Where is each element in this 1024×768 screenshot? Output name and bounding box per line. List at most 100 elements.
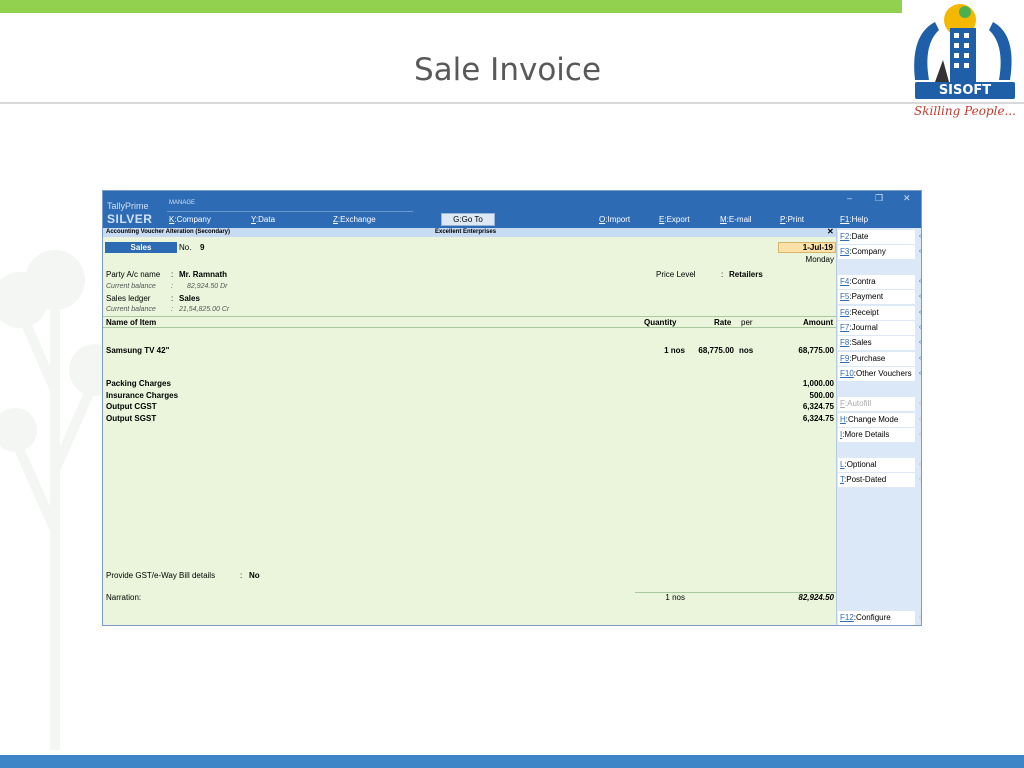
charge-amount[interactable]: 6,324.75	[773, 402, 834, 411]
logo-tagline: Skilling People...	[914, 104, 1016, 118]
chevron-left-icon[interactable]: ‹	[917, 611, 921, 625]
voucher-no-label: No.	[179, 243, 192, 252]
top-accent-bar	[0, 0, 902, 13]
voucher-body: Sales No. 9 1-Jul-19 Monday Party A/c na…	[103, 237, 836, 625]
item-amount[interactable]: 68,775.00	[773, 346, 834, 355]
price-level-label: Price Level	[656, 270, 696, 279]
item-per[interactable]: nos	[739, 346, 753, 355]
narration-label: Narration:	[106, 593, 142, 602]
btn-more-details[interactable]: I:More Details	[838, 428, 915, 442]
restore-icon[interactable]: ❐	[875, 193, 883, 204]
chevron-left-icon[interactable]: ‹	[917, 397, 921, 411]
chevron-left-icon[interactable]: ‹	[917, 230, 921, 244]
menu-exchange[interactable]: Z:Exchange	[333, 215, 376, 224]
charge-name[interactable]: Insurance Charges	[106, 391, 178, 400]
minimize-icon[interactable]: –	[847, 193, 852, 203]
gst-sep: :	[240, 571, 243, 580]
btn-post-dated[interactable]: T:Post-Dated	[838, 473, 915, 487]
voucher-no-value[interactable]: 9	[200, 243, 204, 252]
ledger-sep: :	[171, 294, 174, 303]
brand-name: TallyPrime	[107, 201, 149, 211]
chevron-left-icon[interactable]: ‹	[917, 428, 921, 442]
total-amount: 82,924.50	[798, 593, 834, 602]
chevron-left-icon[interactable]: ‹	[917, 367, 921, 381]
charge-name[interactable]: Output CGST	[106, 402, 157, 411]
price-level-sep: :	[721, 270, 724, 279]
price-level-value[interactable]: Retailers	[729, 270, 763, 279]
col-per: per	[741, 318, 753, 327]
logo-wordmark: SISOFT	[915, 82, 1015, 99]
chevron-left-icon[interactable]: ‹	[917, 321, 921, 335]
title-divider	[0, 102, 1024, 104]
chevron-left-icon[interactable]: ‹	[917, 245, 921, 259]
goto-button[interactable]: G:Go To	[441, 213, 495, 226]
manage-divider	[167, 211, 413, 212]
bottom-accent-bar	[0, 755, 1024, 768]
btn-date[interactable]: F2:Date	[838, 230, 915, 244]
item-quantity[interactable]: 1 nos	[637, 346, 685, 355]
col-rate: Rate	[714, 318, 732, 327]
item-rate[interactable]: 68,775.00	[687, 346, 734, 355]
btn-optional[interactable]: L:Optional	[838, 458, 915, 472]
btn-company[interactable]: F3:Company	[838, 245, 915, 259]
btn-payment[interactable]: F5:Payment	[838, 290, 915, 304]
charge-name[interactable]: Packing Charges	[106, 379, 171, 388]
party-balance-label: Current balance	[106, 283, 156, 290]
voucher-type[interactable]: Sales	[105, 242, 177, 253]
voucher-day: Monday	[805, 255, 834, 264]
btn-contra[interactable]: F4:Contra	[838, 275, 915, 289]
chevron-left-icon[interactable]: ‹	[917, 458, 921, 472]
menu-print[interactable]: P:Print	[780, 215, 804, 224]
col-quantity: Quantity	[644, 318, 677, 327]
btn-purchase[interactable]: F9:Purchase	[838, 352, 915, 366]
charge-amount[interactable]: 6,324.75	[773, 414, 834, 423]
party-sep: :	[171, 270, 174, 279]
menu-help[interactable]: F1:Help	[840, 215, 868, 224]
col-amount: Amount	[803, 318, 834, 327]
menu-company[interactable]: K:Company	[169, 215, 211, 224]
btn-configure[interactable]: F12:Configure	[838, 611, 915, 625]
tally-window: TallyPrime SILVER MANAGE K:Company Y:Dat…	[102, 190, 922, 626]
charge-amount[interactable]: 1,000.00	[773, 379, 834, 388]
tree-watermark	[0, 250, 110, 750]
screen-title: Accounting Voucher Alteration (Secondary…	[106, 229, 231, 235]
chevron-left-icon[interactable]: ‹	[917, 352, 921, 366]
close-icon[interactable]: ✕	[903, 193, 911, 204]
btn-receipt[interactable]: F6:Receipt	[838, 306, 915, 320]
chevron-left-icon[interactable]: ‹	[917, 413, 921, 427]
menu-email[interactable]: M:E-mail	[720, 215, 752, 224]
btn-other-vouchers[interactable]: F10:Other Vouchers	[838, 367, 915, 381]
gst-label: Provide GST/e-Way Bill details	[106, 571, 216, 580]
charge-name[interactable]: Output SGST	[106, 414, 156, 423]
gst-value[interactable]: No	[249, 571, 260, 580]
menu-export[interactable]: E:Export	[659, 215, 690, 224]
menu-import[interactable]: O:Import	[599, 215, 630, 224]
slide-title: Sale Invoice	[413, 52, 602, 88]
btn-journal[interactable]: F7:Journal	[838, 321, 915, 335]
party-balance-value: 82,924.50 Dr	[187, 283, 228, 290]
item-name[interactable]: Samsung TV 42"	[106, 346, 169, 355]
voucher-subheader: Accounting Voucher Alteration (Secondary…	[103, 227, 836, 237]
btn-autofill[interactable]: F:Autofill	[838, 397, 915, 411]
party-balance-sep: :	[171, 283, 173, 290]
ledger-label: Sales ledger	[106, 294, 151, 303]
chevron-left-icon[interactable]: ‹	[917, 306, 921, 320]
party-label: Party A/c name	[106, 270, 161, 279]
voucher-close-icon[interactable]: ✕	[827, 227, 834, 236]
menu-data[interactable]: Y:Data	[251, 215, 275, 224]
chevron-left-icon[interactable]: ‹	[917, 275, 921, 289]
chevron-left-icon[interactable]: ‹	[917, 290, 921, 304]
tally-header: TallyPrime SILVER MANAGE K:Company Y:Dat…	[103, 191, 921, 228]
party-value[interactable]: Mr. Ramnath	[179, 270, 227, 279]
button-bar: F2:Date ‹ F3:Company ‹ F4:Contra ‹ F5:Pa…	[836, 228, 921, 625]
chevron-left-icon[interactable]: ‹	[917, 336, 921, 350]
btn-change-mode[interactable]: H:Change Mode	[838, 413, 915, 427]
item-table-header: Name of Item Quantity Rate per Amount	[103, 316, 836, 328]
charge-amount[interactable]: 500.00	[773, 391, 834, 400]
ledger-value[interactable]: Sales	[179, 294, 200, 303]
ledger-balance-sep: :	[171, 306, 173, 313]
btn-sales[interactable]: F8:Sales	[838, 336, 915, 350]
voucher-date[interactable]: 1-Jul-19	[778, 242, 836, 253]
chevron-left-icon[interactable]: ‹	[917, 473, 921, 487]
manage-label: MANAGE	[169, 200, 196, 206]
